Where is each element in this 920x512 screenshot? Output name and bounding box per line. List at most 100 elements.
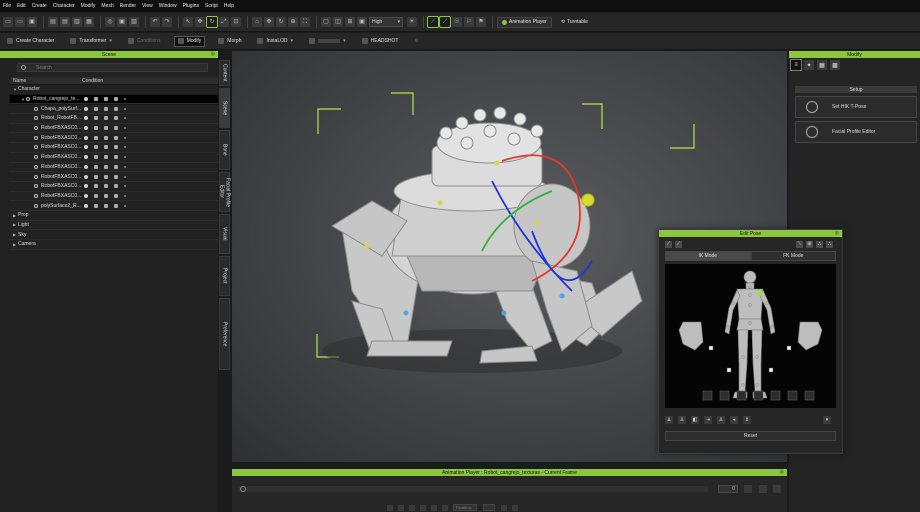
panel-options-icon[interactable]: ◎ [211,51,215,57]
visibility-eye-icon[interactable] [84,203,88,208]
lock-icon[interactable] [94,203,98,208]
frame-settings-icon[interactable] [744,485,752,493]
motion-tab-icon[interactable]: ✦ [804,60,814,70]
receive-shadow-icon[interactable] [114,155,118,160]
lock-icon[interactable] [94,145,98,150]
fk-icon[interactable]: ⟋ [439,16,451,28]
scene-tree-row[interactable]: ▼ Robot_cangrejo_te... [9,93,219,106]
lock-icon[interactable] [94,193,98,198]
conditions-button[interactable]: Conditions [125,36,164,47]
body-picker-graphic[interactable] [665,264,836,408]
current-frame-field[interactable]: 0 [718,485,738,493]
texture-tab-icon[interactable]: ▩ [830,60,840,70]
cast-shadow-icon[interactable] [104,97,108,102]
scene-tree-row[interactable]: ▶ Sky [10,230,218,240]
render-icon[interactable]: ◎ [105,17,115,27]
menu-create[interactable]: Create [32,3,47,9]
fk-mode-tab[interactable]: FK Mode [750,251,836,261]
physics-icon[interactable]: ⚐ [464,17,474,27]
cast-shadow-icon[interactable] [104,126,108,131]
step-icon[interactable]: ⇕ [743,416,751,424]
go-to-start-icon[interactable] [387,504,393,511]
menu-character[interactable]: Character [53,3,75,9]
scene-tree-row[interactable]: RobotFBXASC0... [10,153,218,163]
visibility-eye-icon[interactable] [84,116,88,121]
turntable-button[interactable]: ⟲ Turntable [556,17,593,28]
edit-pose-header[interactable]: Edit Pose ◎ [659,230,842,237]
receive-shadow-icon[interactable] [114,184,118,189]
side-tab-visual[interactable]: Visual [219,214,230,254]
visibility-eye-icon[interactable] [84,184,88,189]
lock-icon[interactable] [94,126,98,131]
go-to-end-icon[interactable] [442,504,448,511]
redo-icon[interactable]: ↷ [162,17,172,27]
camera-zoom-icon[interactable]: ⊕ [288,17,298,27]
move-tool-icon[interactable]: ✥ [195,17,205,27]
timeline-handle[interactable] [240,486,246,492]
timeline-toggle-icon[interactable] [773,485,781,493]
cast-shadow-icon[interactable] [104,155,108,160]
sound-icon[interactable] [501,504,507,511]
headshot-button[interactable]: HEADSHOT [359,36,402,47]
view-single-icon[interactable]: ▢ [321,17,331,27]
setup-section-header[interactable]: Setup [795,86,917,93]
lock-icon[interactable]: ♙ [717,416,725,424]
snap-icon[interactable]: ⊡ [231,17,241,27]
receive-shadow-icon[interactable] [114,145,118,150]
window-options-icon[interactable]: ◎ [835,230,839,236]
visibility-eye-icon[interactable] [84,106,88,111]
options-icon[interactable] [124,127,126,130]
camera-home-icon[interactable]: ⌂ [252,17,262,27]
side-tab-project[interactable]: Project [219,256,230,296]
export-fbx-icon[interactable]: ▥ [72,17,82,27]
cast-shadow-icon[interactable] [104,135,108,140]
receive-shadow-icon[interactable] [114,203,118,208]
scale-tool-icon[interactable]: ⤢ [219,17,229,27]
scene-tree-row[interactable]: ▶ Light [10,221,218,231]
next-frame-icon[interactable] [431,504,437,511]
visibility-eye-icon[interactable] [84,97,88,102]
cast-shadow-icon[interactable] [104,193,108,198]
instalod-button[interactable]: InstaLOD ▾ [254,36,296,47]
camera-pan-icon[interactable]: ✥ [264,17,274,27]
save-icon[interactable]: ▣ [27,17,37,27]
receive-shadow-icon[interactable] [114,174,118,179]
animation-player-button[interactable]: Animation Player [497,16,552,28]
scene-tree-row[interactable]: RobotFBXASC0... [10,172,218,182]
pose-icon[interactable]: ♙ [678,416,686,424]
arrow-left-icon[interactable]: ◂ [730,416,738,424]
lock-icon[interactable] [94,184,98,189]
panel-options-icon[interactable]: ◎ [780,469,784,475]
options-icon[interactable] [124,175,126,178]
set-hik-tpose-button[interactable]: Set HIK T-Pose [795,96,917,118]
visibility-eye-icon[interactable] [84,126,88,131]
scene-tree-row[interactable]: RobotFBXASC0... [10,182,218,192]
realtime-dropdown[interactable]: Realtime [453,504,477,511]
view-quad-icon[interactable]: ⊞ [345,17,355,27]
play-icon[interactable] [409,504,415,511]
lock-icon[interactable] [94,106,98,111]
visibility-eye-icon[interactable] [84,174,88,179]
loop-icon[interactable] [759,485,767,493]
cast-shadow-icon[interactable] [104,145,108,150]
select-tool-icon[interactable]: ↖ [183,17,193,27]
menu-render[interactable]: Render [120,3,136,9]
disabled-tool-button[interactable]: ▾ [306,36,349,47]
facial-profile-editor-button[interactable]: Facial Profile Editor [795,121,917,143]
scene-tree-row[interactable]: ▼ Character [10,85,218,95]
speed-dropdown[interactable] [483,504,495,511]
menu-view[interactable]: View [142,3,153,9]
lock-icon[interactable] [94,97,98,102]
scene-tree-row[interactable]: RobotFBXASC0... [10,124,218,134]
mirror-left-icon[interactable]: ⟋ [665,240,672,248]
options-icon[interactable] [124,107,126,110]
options-icon[interactable] [124,165,126,168]
view-layout-icon[interactable]: ▣ [357,17,367,27]
modify-button[interactable]: Modify [173,35,206,47]
receive-shadow-icon[interactable] [114,164,118,169]
timeline-slider[interactable] [238,486,708,492]
reset-button[interactable]: Reset [665,431,836,441]
mirror-pose-icon[interactable]: ⛬ [826,240,833,248]
material-tab-icon[interactable]: ▦ [817,60,827,70]
pin-icon[interactable]: ⟍ [796,240,803,248]
